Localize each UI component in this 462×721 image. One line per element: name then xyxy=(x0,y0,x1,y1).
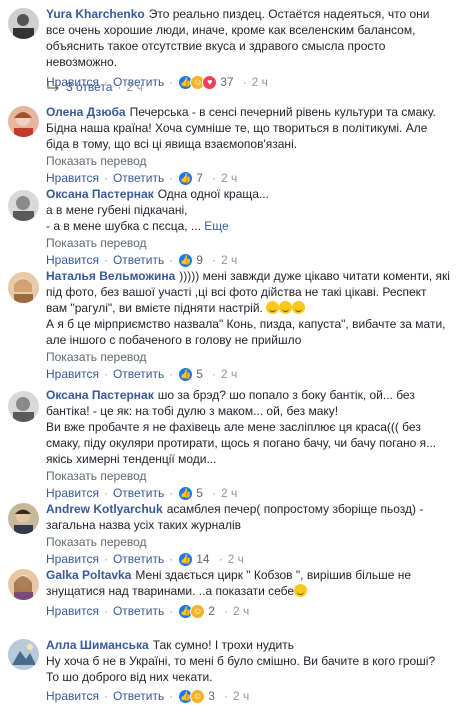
reactions[interactable]: 👍 xyxy=(178,170,194,186)
avatar[interactable] xyxy=(8,391,39,422)
reply-button[interactable]: Ответить xyxy=(113,366,164,382)
like-reaction-icon: 👍 xyxy=(178,551,194,567)
reply-button[interactable]: Ответить xyxy=(113,688,164,704)
comment-actions: Нравится · Ответить · 👍 5 · 2 ч xyxy=(46,485,238,501)
like-button[interactable]: Нравится xyxy=(46,603,99,619)
see-translation-link[interactable]: Показать перевод xyxy=(46,468,451,484)
see-more-link[interactable]: Еще xyxy=(204,219,228,233)
emoji-smile-icon xyxy=(294,584,308,597)
like-button[interactable]: Нравится xyxy=(46,485,99,501)
comment-text: А я б це мірприємство назвала" Конь, пиз… xyxy=(46,317,446,347)
avatar[interactable] xyxy=(8,569,39,600)
reactions[interactable]: 👍 xyxy=(178,366,194,382)
like-button[interactable]: Нравится xyxy=(46,366,99,382)
comment-text-line: Одна одної краща... xyxy=(157,187,269,201)
comment-author[interactable]: Наталья Вельможина xyxy=(46,269,175,283)
avatar[interactable] xyxy=(8,190,39,221)
like-reaction-icon: 👍 xyxy=(178,170,194,186)
comment-time[interactable]: 2 ч xyxy=(233,603,249,619)
see-translation-link[interactable]: Показать перевод xyxy=(46,235,451,251)
avatar[interactable] xyxy=(8,503,39,534)
comment-body: Оксана Пастернак Одна одної краща... а в … xyxy=(46,186,451,234)
reply-arrow-icon xyxy=(47,82,59,92)
comment-author[interactable]: Galka Poltavka xyxy=(46,568,131,582)
comment-body: Galka Poltavka Мені здається цирк " Кобзо… xyxy=(46,567,451,599)
replies-count[interactable]: 3 ответа xyxy=(66,80,112,94)
comment-time[interactable]: 2 ч xyxy=(221,485,237,501)
replies-time: 2 ч xyxy=(126,80,143,94)
avatar[interactable] xyxy=(8,272,39,303)
reactions-count: 14 xyxy=(196,552,210,566)
comment-time[interactable]: 2 ч xyxy=(221,252,237,268)
avatar[interactable] xyxy=(8,8,39,39)
like-reaction-icon: 👍 xyxy=(178,252,194,268)
comment-actions: Нравится · Ответить · 👍 ☺ 3 · 2 ч xyxy=(46,688,250,704)
comment-actions: Нравится · Ответить · 👍 5 · 2 ч xyxy=(46,366,238,382)
comment-text-line: а в мене губені підкачані, xyxy=(46,203,188,217)
reactions[interactable]: 👍 xyxy=(178,485,194,501)
comment-body: Наталья Вельможина))))) мені завжди дуже… xyxy=(46,268,451,348)
like-button[interactable]: Нравится xyxy=(46,252,99,268)
comment-author[interactable]: Andrew Kotlyarchuk xyxy=(46,502,163,516)
reactions[interactable]: 👍 xyxy=(178,252,194,268)
comment-text: Так сумно! І трохи нудить xyxy=(152,638,294,652)
reactions[interactable]: 👍 ☺ xyxy=(178,603,206,619)
love-reaction-icon: ♥ xyxy=(202,74,218,90)
comment-actions: Нравится · Ответить · 👍 ☺ 2 · 2 ч xyxy=(46,603,250,619)
reactions-count: 37 xyxy=(220,75,234,89)
comment-author[interactable]: Оксана Пастернак xyxy=(46,187,154,201)
reactions-count: 7 xyxy=(196,171,203,185)
comment-time[interactable]: 2 ч xyxy=(221,170,237,186)
comment-author[interactable]: Yura Kharchenko xyxy=(46,7,145,21)
haha-reaction-icon: ☺ xyxy=(190,603,206,619)
comment-actions: Нравится · Ответить · 👍 7 · 2 ч xyxy=(46,170,238,186)
like-reaction-icon: 👍 xyxy=(178,485,194,501)
reply-button[interactable]: Ответить xyxy=(113,485,164,501)
comment-author[interactable]: Олена Дзюба xyxy=(46,105,126,119)
reactions-count: 5 xyxy=(196,367,203,381)
see-translation-link[interactable]: Показать перевод xyxy=(46,153,451,169)
reactions[interactable]: 👍 ☺ ♥ xyxy=(178,74,218,90)
comment-body: Оксана Пастернак шо за брэд? шо попало з … xyxy=(46,387,451,467)
see-translation-link[interactable]: Показать перевод xyxy=(46,534,451,550)
reply-button[interactable]: Ответить xyxy=(113,170,164,186)
comment-body: Алла Шиманська Так сумно! І трохи нудить … xyxy=(46,637,451,685)
reply-button[interactable]: Ответить xyxy=(113,603,164,619)
reactions[interactable]: 👍 xyxy=(178,551,194,567)
reply-button[interactable]: Ответить xyxy=(113,252,164,268)
comment-body: Yura Kharchenko Это реально пиздец. Остаё… xyxy=(46,6,451,70)
like-button[interactable]: Нравится xyxy=(46,688,99,704)
avatar[interactable] xyxy=(8,639,39,670)
comment-text: Ну хоча б не в Україні, то мені б було с… xyxy=(46,654,436,684)
like-button[interactable]: Нравится xyxy=(46,551,99,567)
comment-actions: Нравится · Ответить · 👍 14 · 2 ч xyxy=(46,551,244,567)
comment-time[interactable]: 2 ч xyxy=(228,551,244,567)
like-button[interactable]: Нравится xyxy=(46,170,99,186)
reactions-count: 5 xyxy=(196,486,203,500)
comment-time[interactable]: 2 ч xyxy=(252,74,268,90)
haha-reaction-icon: ☺ xyxy=(190,688,206,704)
reply-button[interactable]: Ответить xyxy=(113,551,164,567)
comment-author[interactable]: Оксана Пастернак xyxy=(46,388,154,402)
comment-text: Ви вже пробачте я не фахівець але мене з… xyxy=(46,420,437,466)
reactions[interactable]: 👍 ☺ xyxy=(178,688,206,704)
comment-author[interactable]: Алла Шиманська xyxy=(46,638,149,652)
comment-body: Олена Дзюба Печерська - в сенсі печерний … xyxy=(46,104,451,152)
comment-text-line: - а в мене шубка с пєсца, ... xyxy=(46,219,201,233)
comment-time[interactable]: 2 ч xyxy=(221,366,237,382)
emoji-laugh-icon xyxy=(266,301,306,315)
reactions-count: 2 xyxy=(208,604,215,618)
comment-actions: Нравится · Ответить · 👍 9 · 2 ч xyxy=(46,252,238,268)
avatar[interactable] xyxy=(8,106,39,137)
see-translation-link[interactable]: Показать перевод xyxy=(46,349,451,365)
comment-time[interactable]: 2 ч xyxy=(233,688,249,704)
view-replies-link[interactable]: 3 ответа · 2 ч xyxy=(46,80,143,94)
comment-body: Andrew Kotlyarchuk асамблея печер( попрос… xyxy=(46,501,451,533)
reactions-count: 9 xyxy=(196,253,203,267)
reactions-count: 3 xyxy=(208,689,215,703)
like-reaction-icon: 👍 xyxy=(178,366,194,382)
